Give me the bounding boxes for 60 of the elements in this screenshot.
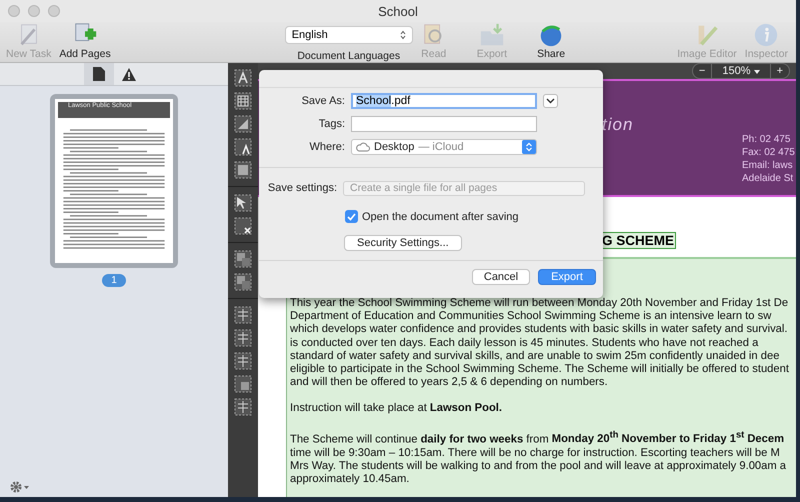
checkbox[interactable] xyxy=(345,210,358,223)
location-dropdown[interactable]: Desktop — iCloud xyxy=(351,139,537,155)
contact-line: Ph: 02 475 xyxy=(742,133,792,146)
background-text-icon[interactable] xyxy=(234,138,252,156)
field-label: Save settings: xyxy=(266,182,337,194)
folder-arrow-icon xyxy=(478,22,505,48)
text-line: is conducted over ten days. Each daily lesson is 45 minutes. Students who have not reached a xyxy=(290,336,760,350)
pointer-icon[interactable] xyxy=(234,194,252,212)
text-line: and will then be offered to years 2,5 & 6 depending on numbers. xyxy=(290,376,609,390)
contact-line: Adelaide St xyxy=(742,172,794,185)
select-label: Document Languages xyxy=(297,50,400,62)
chevron-down-icon xyxy=(546,98,555,104)
zoom-in-button[interactable]: + xyxy=(770,64,789,78)
zoom-out-button[interactable]: − xyxy=(692,64,712,78)
page-icon xyxy=(93,67,105,81)
stepper-icon xyxy=(400,30,406,40)
settings-icon[interactable] xyxy=(10,481,30,493)
warning-icon xyxy=(122,68,136,80)
toolbar-button[interactable]: Add Pages xyxy=(57,22,113,60)
tags-field[interactable] xyxy=(351,116,537,132)
cloud-icon xyxy=(356,142,370,152)
window-title: School xyxy=(378,4,418,18)
picture-tool-icon[interactable] xyxy=(234,115,252,133)
delete-area-icon[interactable] xyxy=(234,217,252,235)
sidebar-tab[interactable] xyxy=(84,63,114,85)
letterhead-title: tion xyxy=(602,115,634,135)
copy-area-icon[interactable] xyxy=(234,273,252,291)
text-line: Department of Education and Communities School Swimming Scheme is an intensive learn to sw xyxy=(290,310,772,324)
security-settings-button[interactable]: Security Settings... xyxy=(344,235,462,251)
text-line: eligible to participate in the School Swimming Scheme. The Scheme will initially be offered to student xyxy=(290,363,790,376)
contact-line: Email: laws xyxy=(742,159,794,172)
text-line: The Scheme will continue daily for two weeks from Monday 20$^{th}$ November to Friday 1$^{st}$ Decem xyxy=(290,428,786,447)
dialog-button[interactable]: Cancel xyxy=(472,269,530,285)
text-line: Mrs Way. The students will be walking to and from the pool and will leave at approximately 9.00am a xyxy=(290,460,788,473)
info-icon xyxy=(753,22,780,48)
checkbox-label: Open the document after saving xyxy=(362,210,519,222)
document-heading: G SCHEME xyxy=(600,232,676,249)
field-label: Save As: xyxy=(300,95,345,107)
text-line: approximately 10.45am. xyxy=(290,472,410,486)
text-line: This year the School Swimming Scheme will run between Monday 20th November and Friday 1st De xyxy=(290,297,790,310)
text-line: Instruction will take place at Lawson Pool. xyxy=(290,402,504,416)
page-number-badge: 1 xyxy=(102,274,126,287)
expand-button[interactable] xyxy=(543,94,558,108)
text-line: time will be 9:30am – 10:15am. There will be no charge for instruction. Escorting teachers will be M xyxy=(290,446,781,460)
field-label: Where: xyxy=(308,141,345,153)
language-select[interactable]: English xyxy=(284,26,413,44)
field-label: Tags: xyxy=(318,118,345,130)
toolbar-button[interactable]: Share xyxy=(535,22,568,60)
text-tool-icon[interactable] xyxy=(234,69,252,87)
text-line: which develops water confidence and provides students with basic skills in water safety and survival. xyxy=(290,323,788,337)
area-icon[interactable] xyxy=(234,161,252,179)
contact-line: Fax: 02 475 xyxy=(742,146,795,159)
stepper-icon xyxy=(522,140,536,154)
add-area-icon[interactable] xyxy=(234,250,252,268)
caret-icon xyxy=(754,70,760,74)
merge-cells-icon[interactable] xyxy=(234,375,252,393)
table-tool-icon[interactable] xyxy=(234,92,252,110)
text-line: standard of water safety and survival skills, and are unable to swim 25m confidently unaided in dee xyxy=(290,350,780,364)
filename-field[interactable]: School.pdf xyxy=(351,93,537,109)
zoom-level-dropdown[interactable]: 150% xyxy=(711,64,771,78)
